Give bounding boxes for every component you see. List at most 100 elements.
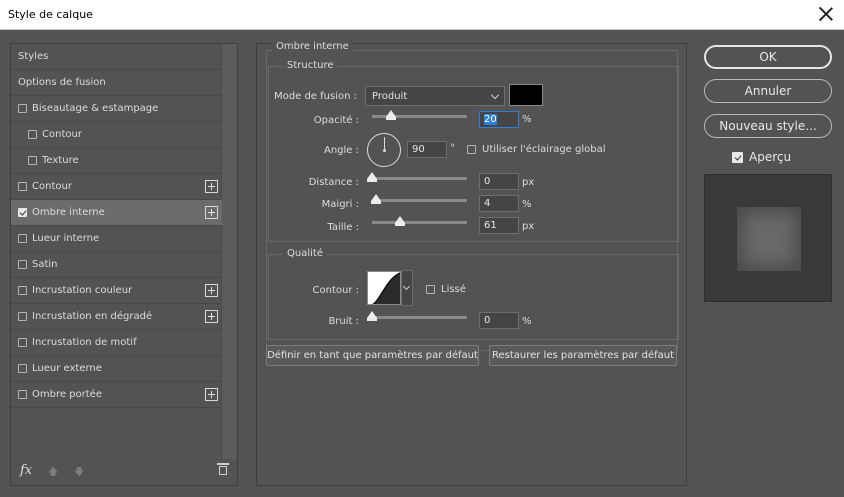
- style-item-label: Biseautage & estampage: [32, 103, 159, 114]
- preview-checkbox[interactable]: [732, 151, 743, 163]
- style-checkbox[interactable]: [18, 234, 27, 243]
- choke-label: Maigri :: [321, 199, 359, 210]
- angle-dial[interactable]: [367, 133, 401, 167]
- opacity-input[interactable]: 20: [479, 111, 519, 128]
- new-style-button[interactable]: Nouveau style...: [704, 114, 832, 138]
- style-checkbox[interactable]: [18, 260, 27, 269]
- antialias-label: Lissé: [441, 284, 466, 295]
- contour-curve-icon: [372, 272, 400, 304]
- style-item[interactable]: Biseautage & estampage: [11, 96, 222, 122]
- noise-unit: %: [522, 316, 532, 327]
- title-bar: Style de calque: [0, 0, 844, 30]
- size-slider-thumb[interactable]: [395, 216, 405, 226]
- distance-slider-thumb[interactable]: [367, 172, 377, 182]
- add-icon[interactable]: [205, 180, 218, 193]
- style-item[interactable]: Ombre portée: [11, 382, 222, 408]
- choke-unit: %: [522, 199, 532, 210]
- panel-title: Ombre interne: [272, 41, 353, 52]
- close-icon[interactable]: [818, 6, 834, 22]
- choke-input[interactable]: 4: [479, 195, 519, 212]
- add-icon[interactable]: [205, 206, 218, 219]
- contour-dropdown[interactable]: [401, 270, 413, 306]
- antialias-checkbox[interactable]: [426, 285, 435, 294]
- size-slider[interactable]: [372, 216, 467, 226]
- distance-unit: px: [522, 177, 535, 188]
- style-item[interactable]: Lueur externe: [11, 356, 222, 382]
- size-unit: px: [522, 221, 535, 232]
- style-checkbox[interactable]: [28, 156, 37, 165]
- styles-panel: Styles Options de fusion Biseautage & esta…: [10, 43, 238, 486]
- move-down-icon[interactable]: 🡇: [74, 465, 84, 478]
- global-light-label: Utiliser l'éclairage global: [482, 144, 606, 155]
- blend-mode-label: Mode de fusion :: [274, 91, 357, 102]
- scrollbar[interactable]: [221, 44, 237, 459]
- style-item[interactable]: Satin: [11, 252, 222, 278]
- preview-toggle[interactable]: Aperçu: [732, 150, 791, 164]
- noise-slider-thumb[interactable]: [367, 311, 377, 321]
- contour-preview[interactable]: [367, 271, 401, 305]
- style-item[interactable]: Lueur interne: [11, 226, 222, 252]
- global-light-checkbox[interactable]: [467, 145, 476, 154]
- shadow-color-swatch[interactable]: [509, 84, 543, 106]
- size-input[interactable]: 61: [479, 217, 519, 234]
- noise-label: Bruit :: [328, 316, 359, 327]
- contour-label: Contour :: [312, 285, 359, 296]
- blend-mode-select[interactable]: Produit: [365, 86, 505, 106]
- distance-label: Distance :: [308, 177, 359, 188]
- angle-label: Angle :: [323, 145, 359, 156]
- choke-slider[interactable]: [371, 194, 467, 204]
- choke-slider-thumb[interactable]: [371, 194, 381, 204]
- angle-input[interactable]: 90: [407, 141, 447, 158]
- opacity-slider-thumb[interactable]: [386, 110, 396, 120]
- ok-button[interactable]: OK: [704, 45, 832, 69]
- quality-group: [268, 254, 679, 340]
- structure-legend: Structure: [283, 60, 338, 71]
- style-item[interactable]: Incrustation couleur: [11, 278, 222, 304]
- style-checkbox[interactable]: [18, 390, 27, 399]
- style-checkbox[interactable]: [18, 312, 27, 321]
- style-item[interactable]: Incrustation de motif: [11, 330, 222, 356]
- distance-slider[interactable]: [367, 172, 467, 182]
- style-item[interactable]: Styles: [11, 44, 222, 70]
- style-item-label: Lueur interne: [32, 233, 100, 244]
- angle-unit: °: [450, 143, 455, 154]
- preview-swatch: [737, 207, 801, 271]
- add-icon[interactable]: [205, 388, 218, 401]
- style-item[interactable]: Contour: [11, 122, 222, 148]
- opacity-slider[interactable]: [372, 110, 467, 120]
- style-item-label: Incrustation de motif: [32, 337, 137, 348]
- make-default-button[interactable]: Définir en tant que paramètres par défau…: [266, 345, 479, 366]
- style-checkbox[interactable]: [18, 208, 27, 217]
- style-item-label: Satin: [32, 259, 58, 270]
- styles-list: Styles Options de fusion Biseautage & esta…: [11, 44, 222, 408]
- noise-slider[interactable]: [367, 311, 467, 321]
- style-item-label: Incrustation en dégradé: [32, 311, 153, 322]
- distance-input[interactable]: 0: [479, 173, 519, 190]
- style-item[interactable]: Options de fusion: [11, 70, 222, 96]
- style-item-label: Contour: [42, 129, 82, 140]
- style-checkbox[interactable]: [18, 338, 27, 347]
- quality-legend: Qualité: [283, 248, 327, 259]
- cancel-button[interactable]: Annuler: [704, 79, 832, 103]
- size-label: Taille :: [327, 222, 359, 233]
- style-item[interactable]: Incrustation en dégradé: [11, 304, 222, 330]
- add-icon[interactable]: [205, 284, 218, 297]
- reset-default-button[interactable]: Restaurer les paramètres par défaut: [489, 345, 677, 366]
- move-up-icon[interactable]: 🡅: [48, 465, 58, 478]
- style-checkbox[interactable]: [18, 364, 27, 373]
- fx-icon[interactable]: fx: [20, 463, 32, 478]
- noise-input[interactable]: 0: [479, 312, 519, 329]
- style-checkbox[interactable]: [28, 130, 37, 139]
- style-item[interactable]: Ombre interne: [11, 200, 222, 226]
- add-icon[interactable]: [205, 310, 218, 323]
- style-checkbox[interactable]: [18, 104, 27, 113]
- style-item-label: Styles: [18, 51, 49, 62]
- style-item[interactable]: Texture: [11, 148, 222, 174]
- window-title: Style de calque: [8, 8, 93, 21]
- style-checkbox[interactable]: [18, 286, 27, 295]
- style-item-label: Ombre interne: [32, 207, 105, 218]
- style-item-label: Lueur externe: [32, 363, 102, 374]
- style-checkbox[interactable]: [18, 182, 27, 191]
- trash-icon[interactable]: [217, 463, 229, 475]
- style-item[interactable]: Contour: [11, 174, 222, 200]
